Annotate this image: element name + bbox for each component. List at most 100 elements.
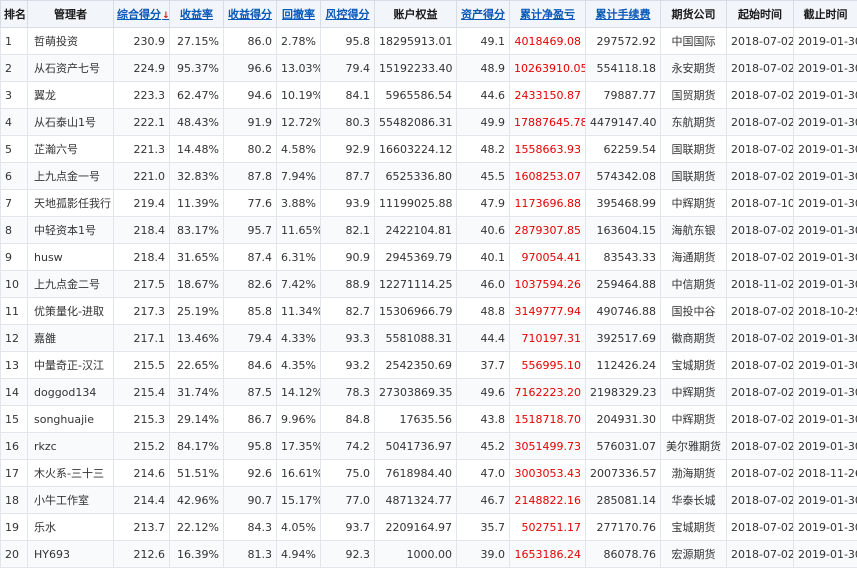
table-row[interactable]: 10 上九点金二号 217.5 18.67% 82.6 7.42% 88.9 12271114… [0, 270, 857, 298]
cell-return_score: 90.7 [223, 486, 277, 514]
column-header-equity: 账户权益 [374, 0, 457, 28]
table-row[interactable]: 1 哲萌投资 230.9 27.15% 86.0 2.78% 95.8 18295913.01… [0, 27, 857, 55]
cell-return_score: 86.0 [223, 27, 277, 55]
cell-return_rate: 14.48% [169, 135, 224, 163]
cell-manager[interactable]: 中量奇正-汉江 [27, 351, 114, 379]
table-row[interactable]: 12 嘉雒 217.1 13.46% 79.4 4.33% 93.3 5581088.31 44… [0, 324, 857, 352]
cell-drawdown: 10.19% [276, 81, 321, 109]
cell-start: 2018-07-02 [726, 108, 794, 136]
cell-asset_score: 47.9 [456, 189, 510, 217]
table-row[interactable]: 8 中轻资本1号 218.4 83.17% 95.7 11.65% 82.1 2422104.… [0, 216, 857, 244]
table-row[interactable]: 16 rkzc 215.2 84.17% 95.8 17.35% 74.2 5041736.9… [0, 432, 857, 460]
cell-manager[interactable]: husw [27, 243, 114, 271]
cell-end: 2019-01-30 [793, 135, 857, 163]
cell-manager[interactable]: 上九点金一号 [27, 162, 114, 190]
cell-return_rate: 42.96% [169, 486, 224, 514]
cell-manager[interactable]: 上九点金二号 [27, 270, 114, 298]
cell-manager[interactable]: HY693 [27, 540, 114, 568]
column-header-score[interactable]: 综合得分↓ [113, 0, 170, 28]
cell-manager[interactable]: 优策量化-进取 [27, 297, 114, 325]
cell-start: 2018-07-02 [726, 54, 794, 82]
table-row[interactable]: 19 乐水 213.7 22.12% 84.3 4.05% 93.7 2209164.97 35… [0, 513, 857, 541]
cell-manager[interactable]: 翼龙 [27, 81, 114, 109]
cell-start: 2018-07-02 [726, 297, 794, 325]
cell-start: 2018-11-02 [726, 270, 794, 298]
table-row[interactable]: 5 芷瀚六号 221.3 14.48% 80.2 4.58% 92.9 16603224.12… [0, 135, 857, 163]
cell-manager[interactable]: 天地孤影任我行 [27, 189, 114, 217]
table-row[interactable]: 20 HY693 212.6 16.39% 81.3 4.94% 92.3 1000.00 39… [0, 540, 857, 568]
cell-equity: 5581088.31 [374, 324, 457, 352]
column-header-risk_score[interactable]: 风控得分 [320, 0, 375, 28]
cell-asset_score: 46.7 [456, 486, 510, 514]
cell-drawdown: 11.65% [276, 216, 321, 244]
cell-equity: 12271114.25 [374, 270, 457, 298]
cell-net_pl: 502751.17 [509, 513, 586, 541]
cell-net_pl: 1518718.70 [509, 405, 586, 433]
cell-asset_score: 49.9 [456, 108, 510, 136]
cell-broker: 宝城期货 [660, 513, 727, 541]
cell-risk_score: 93.3 [320, 324, 375, 352]
cell-equity: 4871324.77 [374, 486, 457, 514]
cell-asset_score: 45.5 [456, 162, 510, 190]
cell-risk_score: 74.2 [320, 432, 375, 460]
table-row[interactable]: 14 doggod134 215.4 31.74% 87.5 14.12% 78.3 2730… [0, 378, 857, 406]
cell-manager[interactable]: songhuajie [27, 405, 114, 433]
cell-manager[interactable]: doggod134 [27, 378, 114, 406]
column-header-label: 期货公司 [671, 8, 716, 21]
column-header-label: 截止时间 [803, 8, 848, 21]
cell-return_score: 91.9 [223, 108, 277, 136]
cell-end: 2019-01-30 [793, 351, 857, 379]
cell-net_pl: 7162223.20 [509, 378, 586, 406]
table-row[interactable]: 3 翼龙 223.3 62.47% 94.6 10.19% 84.1 5965586.54 44… [0, 81, 857, 109]
cell-manager[interactable]: rkzc [27, 432, 114, 460]
cell-fees: 392517.69 [585, 324, 661, 352]
cell-broker: 华泰长城 [660, 486, 727, 514]
cell-manager[interactable]: 从石资产七号 [27, 54, 114, 82]
cell-broker: 国投中谷 [660, 297, 727, 325]
cell-equity: 5041736.97 [374, 432, 457, 460]
cell-manager[interactable]: 哲萌投资 [27, 27, 114, 55]
cell-risk_score: 82.1 [320, 216, 375, 244]
column-header-manager: 管理者 [27, 0, 114, 28]
cell-manager[interactable]: 木火系-三十三 [27, 459, 114, 487]
cell-start: 2018-07-02 [726, 243, 794, 271]
table-row[interactable]: 13 中量奇正-汉江 215.5 22.65% 84.6 4.35% 93.2 2542350… [0, 351, 857, 379]
cell-return_rate: 13.46% [169, 324, 224, 352]
cell-drawdown: 7.94% [276, 162, 321, 190]
cell-manager[interactable]: 小牛工作室 [27, 486, 114, 514]
table-row[interactable]: 4 从石泰山1号 222.1 48.43% 91.9 12.72% 80.3 55482086… [0, 108, 857, 136]
table-row[interactable]: 7 天地孤影任我行 219.4 11.39% 77.6 3.88% 93.9 11199025… [0, 189, 857, 217]
column-header-asset_score[interactable]: 资产得分 [456, 0, 510, 28]
column-header-return_rate[interactable]: 收益率 [169, 0, 224, 28]
column-header-net_pl[interactable]: 累计净盈亏 [509, 0, 586, 28]
cell-rank: 8 [0, 216, 28, 244]
table-row[interactable]: 11 优策量化-进取 217.3 25.19% 85.8 11.34% 82.7 153069… [0, 297, 857, 325]
table-row[interactable]: 17 木火系-三十三 214.6 51.51% 92.6 16.61% 75.0 761898… [0, 459, 857, 487]
cell-score: 221.0 [113, 162, 170, 190]
cell-fees: 83543.33 [585, 243, 661, 271]
cell-equity: 17635.56 [374, 405, 457, 433]
column-header-fees[interactable]: 累计手续费 [585, 0, 661, 28]
cell-return_score: 86.7 [223, 405, 277, 433]
table-row[interactable]: 2 从石资产七号 224.9 95.37% 96.6 13.03% 79.4 15192233… [0, 54, 857, 82]
cell-manager[interactable]: 中轻资本1号 [27, 216, 114, 244]
table-row[interactable]: 18 小牛工作室 214.4 42.96% 90.7 15.17% 77.0 4871324.… [0, 486, 857, 514]
table-row[interactable]: 15 songhuajie 215.3 29.14% 86.7 9.96% 84.8 1763… [0, 405, 857, 433]
cell-manager[interactable]: 乐水 [27, 513, 114, 541]
cell-drawdown: 4.35% [276, 351, 321, 379]
cell-rank: 17 [0, 459, 28, 487]
cell-manager[interactable]: 嘉雒 [27, 324, 114, 352]
cell-return_rate: 29.14% [169, 405, 224, 433]
column-header-return_score[interactable]: 收益得分 [223, 0, 277, 28]
column-header-drawdown[interactable]: 回撤率 [276, 0, 321, 28]
cell-broker: 中辉期货 [660, 189, 727, 217]
column-header-label: 回撤率 [282, 8, 315, 21]
cell-manager[interactable]: 从石泰山1号 [27, 108, 114, 136]
cell-return_score: 85.8 [223, 297, 277, 325]
cell-manager[interactable]: 芷瀚六号 [27, 135, 114, 163]
cell-return_score: 94.6 [223, 81, 277, 109]
table-row[interactable]: 9 husw 218.4 31.65% 87.4 6.31% 90.9 2945369.79 4… [0, 243, 857, 271]
sort-descending-icon[interactable]: ↓ [162, 11, 169, 21]
cell-broker: 中国国际 [660, 27, 727, 55]
table-row[interactable]: 6 上九点金一号 221.0 32.83% 87.8 7.94% 87.7 6525336.8… [0, 162, 857, 190]
